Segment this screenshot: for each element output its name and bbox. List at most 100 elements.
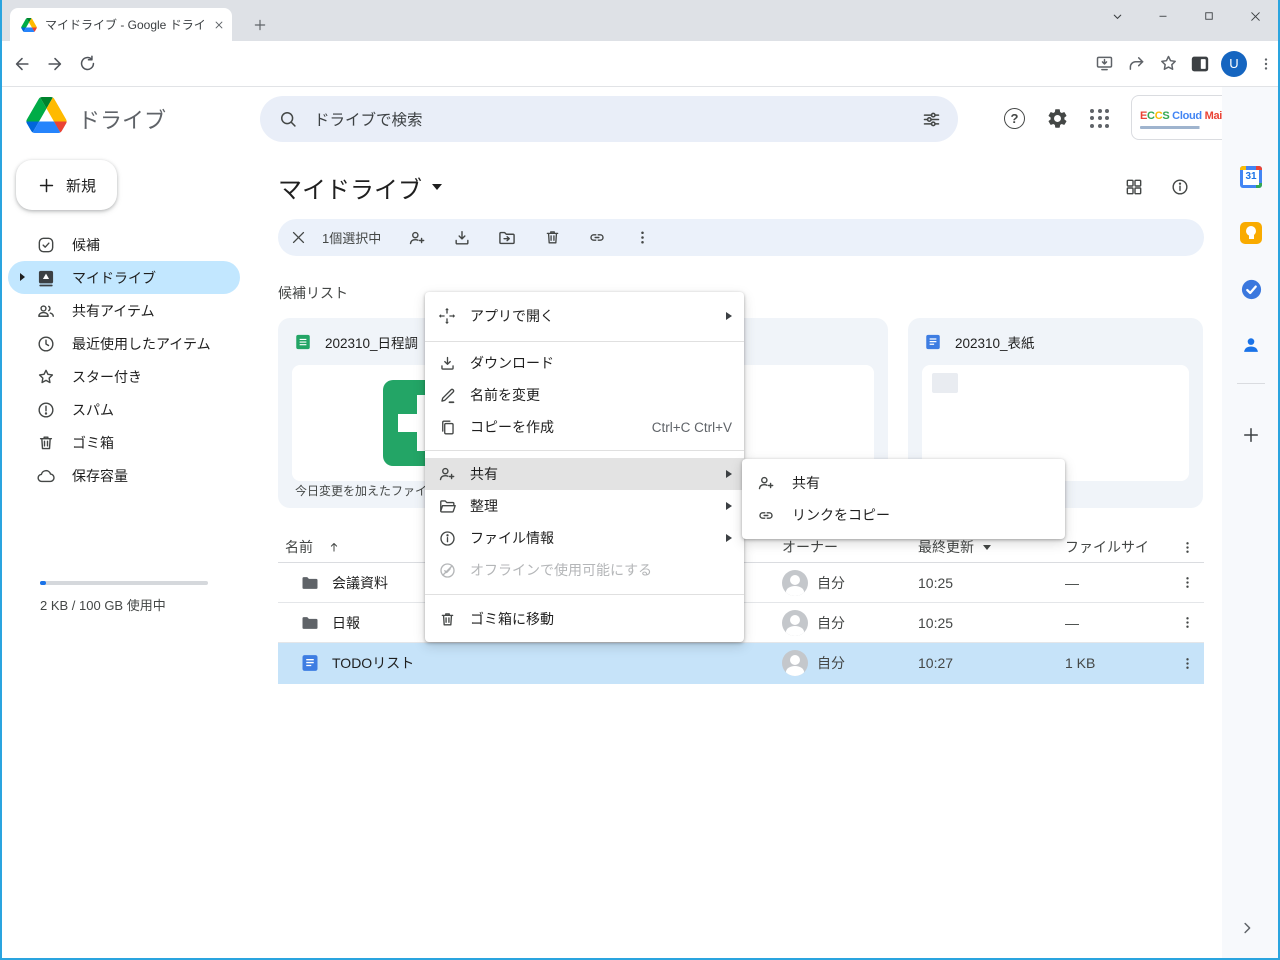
menu-item-file-info[interactable]: ファイル情報: [425, 522, 744, 554]
storage-progress-fill: [40, 581, 46, 585]
menu-item-move-to-trash[interactable]: ゴミ箱に移動: [425, 603, 744, 635]
submenu-item-copy-link[interactable]: リンクをコピー: [742, 499, 1065, 531]
menu-item-organize[interactable]: 整理: [425, 490, 744, 522]
selection-count: 1個選択中: [322, 228, 381, 247]
share-icon[interactable]: [1126, 53, 1147, 74]
submenu-arrow-icon: [726, 502, 732, 510]
column-modified-label[interactable]: 最終更新: [918, 537, 974, 557]
info-icon[interactable]: [1170, 177, 1190, 197]
sort-descending-icon[interactable]: [983, 545, 991, 550]
get-link-button[interactable]: [587, 228, 607, 248]
column-options-kebab-icon[interactable]: [1170, 540, 1204, 555]
menu-item-download[interactable]: ダウンロード: [425, 347, 744, 379]
side-panel-strip: [1222, 87, 1280, 958]
new-tab-button[interactable]: [248, 13, 272, 37]
submenu-arrow-icon: [726, 470, 732, 478]
window-maximize-button[interactable]: [1186, 0, 1232, 32]
help-icon[interactable]: [1004, 108, 1025, 129]
google-apps-grid-icon[interactable]: [1090, 109, 1110, 129]
grid-view-toggle-icon[interactable]: [1124, 177, 1144, 197]
drive-logo-icon[interactable]: [26, 97, 67, 133]
reload-button[interactable]: [78, 54, 97, 73]
search-icon: [278, 109, 298, 129]
row-options-kebab-icon[interactable]: [1170, 575, 1204, 590]
card-title: 202310_日程調: [325, 332, 418, 352]
doc-page-thumbnail: [932, 373, 958, 393]
window-close-button[interactable]: [1232, 0, 1278, 32]
contacts-icon[interactable]: [1239, 333, 1263, 357]
sort-ascending-icon[interactable]: [327, 540, 341, 554]
back-button[interactable]: [12, 54, 32, 74]
browser-window: マイドライブ - Google ドライブ drive.google.com/dr…: [0, 0, 1280, 960]
bookmark-star-icon[interactable]: [1158, 53, 1179, 74]
share-submenu: 共有 リンクをコピー: [742, 459, 1065, 539]
tab-search-chevron-icon[interactable]: [1094, 0, 1140, 32]
expand-caret-icon[interactable]: [20, 273, 25, 281]
menu-item-open-with[interactable]: アプリで開く: [425, 296, 744, 336]
sidebar-item-shared[interactable]: 共有アイテム: [8, 294, 240, 327]
get-addons-plus-icon[interactable]: [1239, 423, 1263, 447]
menu-item-offline-disabled: オフラインで使用可能にする: [425, 554, 744, 586]
settings-gear-icon[interactable]: [1046, 107, 1069, 130]
side-panel-icon[interactable]: [1190, 55, 1210, 73]
file-name: 会議資料: [332, 573, 388, 593]
tab-title: マイドライブ - Google ドライブ: [45, 16, 206, 33]
card-reason-text: 今日変更を加えたファイ: [295, 482, 427, 499]
more-actions-kebab-icon[interactable]: [632, 228, 652, 248]
organize-folder-icon: [437, 496, 457, 516]
shortcut-label: Ctrl+C Ctrl+V: [652, 420, 732, 435]
row-options-kebab-icon[interactable]: [1170, 615, 1204, 630]
new-button[interactable]: 新規: [16, 160, 117, 210]
sidebar-item-starred[interactable]: スター付き: [8, 360, 240, 393]
sidebar-item-trash[interactable]: ゴミ箱: [8, 426, 240, 459]
card-title: 202310_表紙: [955, 332, 1035, 352]
row-options-kebab-icon[interactable]: [1170, 656, 1204, 671]
drive-favicon-icon: [21, 18, 37, 32]
plus-icon: [37, 176, 56, 195]
browser-menu-kebab-icon[interactable]: [1258, 56, 1274, 72]
menu-item-make-copy[interactable]: コピーを作成 Ctrl+C Ctrl+V: [425, 411, 744, 443]
table-row-selected[interactable]: TODOリスト 自分 10:27 1 KB: [278, 643, 1204, 684]
account-badge-logo: ECCS Cloud Mail: [1140, 107, 1225, 129]
modified-time: 10:27: [918, 655, 1065, 671]
file-size: 1 KB: [1065, 655, 1170, 671]
search-input[interactable]: ドライブで検索: [260, 96, 958, 142]
window-frame-left: [0, 0, 2, 960]
menu-item-share[interactable]: 共有: [425, 458, 744, 490]
download-button[interactable]: [452, 228, 472, 248]
window-minimize-button[interactable]: [1140, 0, 1186, 32]
strip-divider: [1237, 383, 1265, 384]
sidebar-item-storage[interactable]: 保存容量: [8, 459, 240, 492]
sidebar-item-spam[interactable]: スパム: [8, 393, 240, 426]
page-title[interactable]: マイドライブ: [278, 170, 422, 205]
move-to-folder-button[interactable]: [497, 228, 517, 248]
title-dropdown-caret-icon[interactable]: [432, 184, 442, 190]
docs-file-icon: [924, 333, 942, 351]
show-side-panel-chevron-icon[interactable]: [1238, 919, 1256, 937]
column-size-label[interactable]: ファイルサイ: [1065, 537, 1170, 557]
browser-tab[interactable]: マイドライブ - Google ドライブ: [10, 8, 232, 41]
browser-titlebar: マイドライブ - Google ドライブ: [0, 0, 1280, 41]
clear-selection-button[interactable]: [288, 228, 308, 248]
sidebar-item-recent[interactable]: 最近使用したアイテム: [8, 327, 240, 360]
menu-divider: [425, 341, 744, 342]
calendar-icon[interactable]: [1239, 165, 1263, 189]
keep-icon[interactable]: [1239, 221, 1263, 245]
browser-profile-avatar[interactable]: U: [1221, 51, 1247, 77]
install-icon[interactable]: [1094, 53, 1115, 74]
menu-item-rename[interactable]: 名前を変更: [425, 379, 744, 411]
submenu-item-share[interactable]: 共有: [742, 467, 1065, 499]
docs-file-icon: [300, 653, 320, 673]
modified-time: 10:25: [918, 575, 1065, 591]
tab-close-icon[interactable]: [214, 20, 224, 30]
search-options-icon[interactable]: [921, 109, 942, 130]
sidebar-item-suggestions[interactable]: 候補: [8, 228, 240, 261]
column-name-label[interactable]: 名前: [285, 537, 313, 557]
drive-app: ドライブ ドライブで検索 ECCS Cloud Mail U: [0, 87, 1280, 958]
trash-button[interactable]: [542, 228, 562, 248]
column-owner-label[interactable]: オーナー: [782, 537, 918, 557]
forward-button[interactable]: [45, 54, 65, 74]
share-person-add-button[interactable]: [407, 228, 427, 248]
tasks-icon[interactable]: [1239, 277, 1263, 301]
sidebar-item-my-drive[interactable]: マイドライブ: [8, 261, 240, 294]
